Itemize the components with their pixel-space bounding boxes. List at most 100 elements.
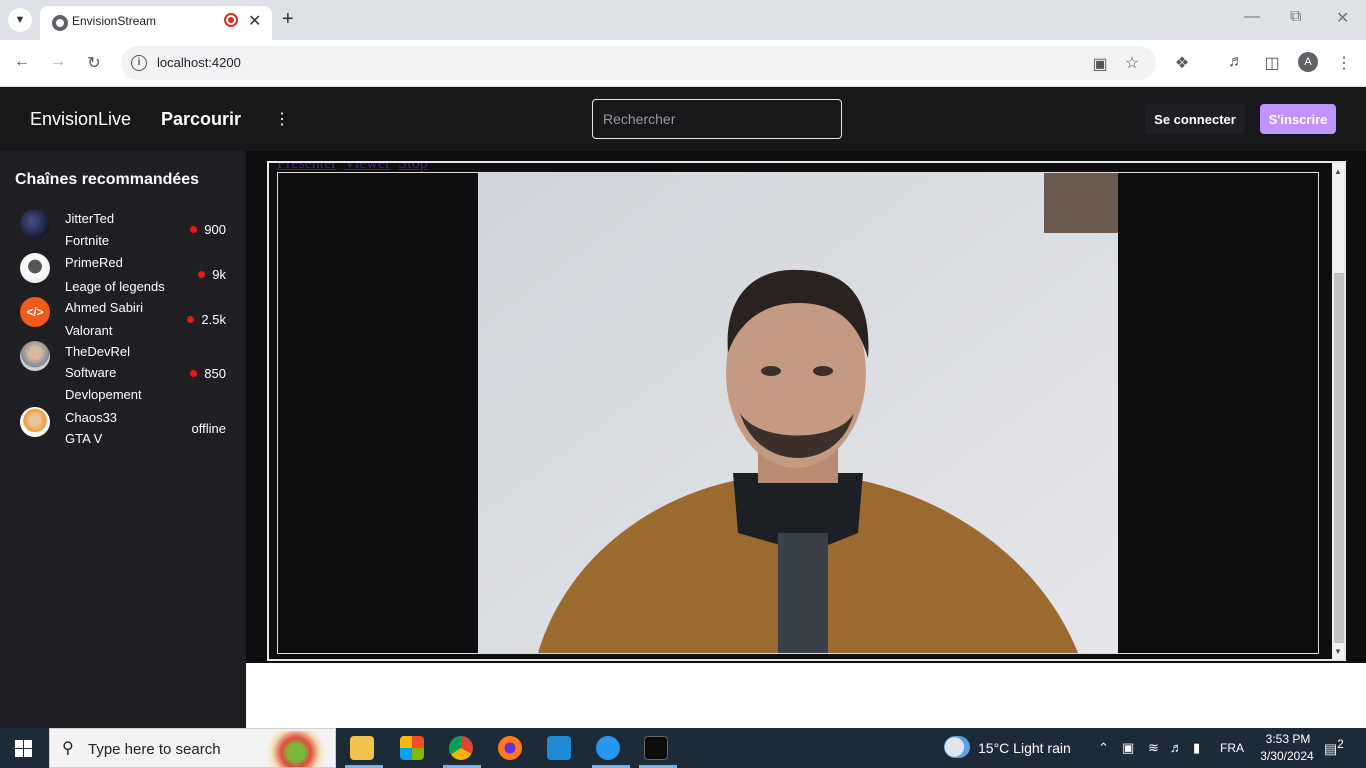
file-explorer-icon[interactable] [350, 736, 374, 760]
live-dot-icon [198, 271, 206, 278]
avatar [20, 209, 50, 239]
restore-icon[interactable]: ⧉ [1290, 8, 1301, 26]
live-dot-icon [187, 316, 195, 323]
avatar [20, 407, 50, 437]
reload-icon[interactable]: ↻ [84, 53, 104, 73]
stream-area: Presenter Viewer Stop ▲ ▼ [246, 151, 1366, 663]
search-icon: ⚲ [62, 740, 74, 757]
menu-kebab-icon[interactable]: ⋮ [1334, 53, 1354, 73]
sidebar: Chaînes recommandées JitterTed Fortnite … [0, 151, 246, 728]
profile-avatar[interactable]: A [1298, 52, 1318, 72]
channel-name: JitterTed [65, 211, 115, 226]
clock-time[interactable]: 3:53 PM [1258, 732, 1318, 746]
video-container [277, 172, 1319, 654]
viewer-count: 2.5k [187, 312, 226, 327]
tab-search-button[interactable]: ▼ [8, 8, 32, 32]
viewer-link[interactable]: Viewer [344, 163, 390, 172]
extensions-icon[interactable]: ❖ [1172, 53, 1192, 73]
channel-game: GTA V [65, 431, 103, 446]
weather-text[interactable]: 15°C Light rain [978, 740, 1071, 756]
channel-game: Software Devlopement [65, 365, 142, 402]
battery-icon[interactable]: ▮ [1193, 740, 1200, 756]
windows-start-icon[interactable] [15, 740, 32, 757]
channel-game: Leage of legends [65, 279, 165, 294]
channel-game: Valorant [65, 323, 113, 338]
viewer-count: 9k [198, 267, 226, 282]
recording-icon [224, 13, 238, 27]
app-logo[interactable]: EnvisionLive [30, 109, 131, 130]
language-indicator[interactable]: FRA [1220, 741, 1244, 755]
camera-icon[interactable]: ▣ [1090, 54, 1110, 74]
more-options-icon[interactable]: ⋮ [274, 109, 290, 129]
channel-name: TheDevRel [65, 344, 131, 359]
docker-icon[interactable] [596, 736, 620, 760]
browse-link[interactable]: Parcourir [161, 109, 241, 130]
chrome-icon[interactable] [449, 736, 473, 760]
back-icon[interactable]: ← [12, 53, 32, 71]
tab-title: EnvisionStream [72, 14, 157, 28]
viewer-count: 850 [190, 366, 226, 381]
viewer-count: offline [191, 421, 226, 436]
signup-button[interactable]: S'inscrire [1260, 104, 1336, 134]
viewer-count: 900 [190, 222, 226, 237]
bookmark-star-icon[interactable]: ☆ [1122, 53, 1142, 73]
sidebar-title: Chaînes recommandées [15, 171, 200, 188]
live-dot-icon [190, 370, 198, 377]
webcam-video[interactable] [478, 173, 1118, 653]
channel-game: Fortnite [65, 233, 110, 248]
new-tab-button[interactable]: + [282, 8, 294, 30]
app-header: EnvisionLive Parcourir ⋮ Se connecter S'… [0, 87, 1366, 151]
avatar [20, 341, 50, 371]
globe-icon [52, 15, 68, 31]
weather-icon[interactable] [944, 736, 970, 758]
close-tab-icon[interactable]: ✕ [248, 11, 261, 31]
side-panel-icon[interactable]: ◫ [1262, 53, 1282, 73]
scrollbar-thumb[interactable] [1334, 273, 1344, 643]
terminal-icon[interactable] [644, 736, 668, 760]
chevron-up-icon[interactable]: ⌃ [1098, 740, 1109, 756]
network-icon[interactable]: ≋ [1148, 740, 1159, 756]
channel-item-thedevrel[interactable]: TheDevRel Software Devlopement 850 [0, 341, 246, 403]
stop-link[interactable]: Stop [398, 163, 427, 172]
channel-name: Ahmed Sabiri [65, 300, 144, 315]
avatar: </> [20, 297, 50, 327]
notifications-icon[interactable]: ▤2 [1324, 738, 1344, 758]
minimize-icon[interactable]: — [1244, 8, 1260, 26]
url-text: localhost:4200 [157, 55, 241, 70]
notification-count: 2 [1337, 738, 1344, 751]
search-input[interactable] [592, 99, 842, 139]
window-close-icon[interactable]: ✕ [1336, 8, 1349, 28]
taskbar: ⚲ Type here to search 15°C Light rain ⌃ … [0, 728, 1366, 768]
forward-icon[interactable]: → [48, 53, 68, 71]
browser-tabstrip: ▼ EnvisionStream ✕ + — ⧉ ✕ [0, 0, 1366, 40]
microsoft-store-icon[interactable] [400, 736, 424, 760]
webcam-frame [478, 173, 1118, 653]
channel-item-jitterted[interactable]: JitterTed Fortnite 900 [0, 209, 246, 251]
search-highlight-image [260, 731, 332, 767]
login-button[interactable]: Se connecter [1145, 104, 1245, 134]
channel-item-primered[interactable]: PrimeRed Leage of legends 9k [0, 253, 246, 295]
stream-iframe: Presenter Viewer Stop ▲ ▼ [267, 161, 1346, 661]
avatar [20, 253, 50, 283]
scroll-up-icon[interactable]: ▲ [1334, 167, 1342, 176]
firefox-icon[interactable] [498, 736, 522, 760]
scroll-down-icon[interactable]: ▼ [1334, 647, 1342, 656]
taskbar-search-box[interactable]: ⚲ Type here to search [49, 728, 336, 768]
site-info-icon[interactable]: i [131, 55, 147, 71]
live-dot-icon [190, 226, 198, 233]
meet-now-icon[interactable]: ▣ [1122, 740, 1134, 756]
channel-name: PrimeRed [65, 255, 123, 270]
scrollbar[interactable]: ▲ ▼ [1332, 163, 1344, 659]
main-content: Presenter Viewer Stop ▲ ▼ [246, 151, 1366, 728]
channel-item-chaos33[interactable]: Chaos33 GTA V offline [0, 407, 246, 449]
vscode-icon[interactable] [547, 736, 571, 760]
presenter-link[interactable]: Presenter [277, 163, 337, 172]
address-bar[interactable]: i localhost:4200 ▣ ☆ [121, 46, 1156, 80]
volume-icon[interactable]: ♬ [1170, 740, 1183, 755]
taskbar-search-placeholder: Type here to search [88, 741, 221, 758]
browser-toolbar: ← → ↻ i localhost:4200 ▣ ☆ ❖ ♬ ◫ A ⋮ [0, 40, 1366, 87]
clock-date[interactable]: 3/30/2024 [1252, 749, 1322, 763]
media-control-icon[interactable]: ♬ [1226, 53, 1246, 71]
channel-item-ahmed-sabiri[interactable]: </> Ahmed Sabiri Valorant 2.5k [0, 297, 246, 339]
browser-tab[interactable]: EnvisionStream ✕ [40, 6, 272, 40]
